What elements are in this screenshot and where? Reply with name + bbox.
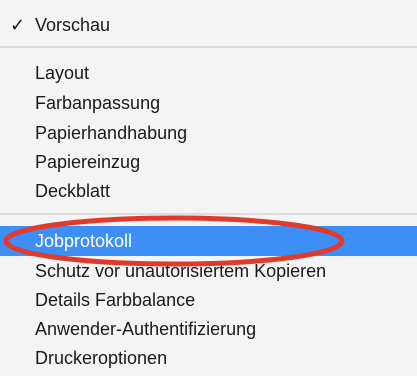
menu-item-anwender-authentifizierung[interactable]: Anwender-Authentifizierung [0,314,417,344]
menu-item-label: Details Farbbalance [35,290,196,310]
menu-item-details-farbbalance[interactable]: Details Farbbalance [0,285,417,315]
menu-item-label: Papiereinzug [35,152,141,172]
menu-item-vorschau[interactable]: ✓ Vorschau [0,10,417,40]
menu-item-label: Anwender-Authentifizierung [35,319,257,339]
menu-item-label: Druckeroptionen [35,348,168,368]
print-options-menu: ✓ Vorschau Layout Farbanpassung Papierha… [0,0,417,376]
menu-item-label: Layout [35,63,90,83]
menu-item-deckblatt[interactable]: Deckblatt [0,176,417,206]
menu-item-label: Vorschau [35,15,111,35]
checkmark-icon: ✓ [10,15,26,35]
menu-item-label: Farbanpassung [35,93,161,113]
menu-item-layout[interactable]: Layout [0,58,417,88]
menu-item-jobprotokoll[interactable]: Jobprotokoll [0,226,417,256]
menu-item-label: Papierhandhabung [35,123,188,143]
menu-item-label: Deckblatt [35,181,111,201]
menu-item-label: Schutz vor unautorisiertem Kopieren [35,261,327,281]
menu-item-papiereinzug[interactable]: Papiereinzug [0,147,417,177]
menu-item-druckeroptionen[interactable]: Druckeroptionen [0,343,417,373]
menu-separator [0,213,417,215]
menu-item-label: Jobprotokoll [35,231,133,251]
menu-item-farbanpassung[interactable]: Farbanpassung [0,88,417,118]
menu-item-papierhandhabung[interactable]: Papierhandhabung [0,118,417,148]
menu-separator [0,46,417,48]
menu-item-kopierschutz[interactable]: Schutz vor unautorisiertem Kopieren [0,256,417,286]
